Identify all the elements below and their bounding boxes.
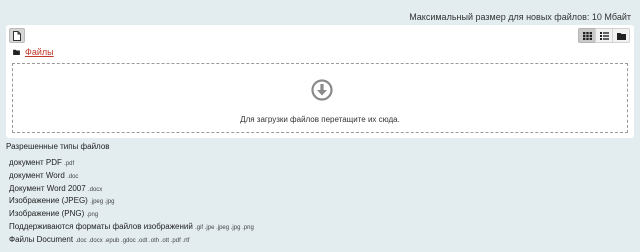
- file-type-ext: .docx: [87, 186, 103, 193]
- file-type-ext: .pdf: [64, 161, 75, 167]
- list-item: документ PDF .pdf: [9, 157, 254, 170]
- file-type-name: документ Word: [9, 170, 65, 180]
- list-item: документ Word .doc: [9, 170, 254, 183]
- file-type-name: Изображение (PNG): [9, 209, 85, 219]
- add-file-button[interactable]: [9, 28, 25, 43]
- file-type-ext: .doc .docx .epub .gdoc .odt .oth .ott .p…: [75, 237, 190, 244]
- allowed-types-list: документ PDF .pdf документ Word .doc Док…: [9, 157, 254, 247]
- file-type-ext: .jpeg .jpg: [90, 199, 115, 206]
- breadcrumb-files-link[interactable]: Файлы: [25, 47, 54, 57]
- dropzone-text: Для загрузки файлов перетащите их сюда.: [240, 115, 400, 124]
- view-toggle-group: [578, 28, 630, 43]
- list-item: Документ Word 2007 .docx: [9, 183, 254, 196]
- file-type-ext: .doc: [67, 173, 79, 180]
- file-dropzone[interactable]: Для загрузки файлов перетащите их сюда.: [12, 63, 628, 133]
- list-item: Изображение (PNG) .png: [9, 208, 254, 221]
- file-type-name: Изображение (JPEG): [9, 196, 88, 206]
- file-type-name: Файлы Document: [9, 234, 74, 244]
- list-item: Изображение (JPEG) .jpeg .jpg: [9, 195, 254, 208]
- file-type-ext: .png: [86, 212, 99, 219]
- tree-view-button[interactable]: [612, 28, 630, 43]
- icons-view-button[interactable]: [578, 28, 596, 43]
- grid-icon: [582, 31, 592, 40]
- filemanager-panel: Файлы Для загрузки файлов перетащите их …: [6, 25, 634, 138]
- file-type-name: Документ Word 2007: [9, 183, 86, 193]
- breadcrumb: Файлы: [13, 46, 54, 58]
- file-type-ext: .gif .jpe .jpeg .jpg .png: [195, 224, 254, 231]
- download-arrow-icon: [311, 79, 333, 101]
- folder-icon: [13, 49, 20, 55]
- max-size-notice: Максимальный размер для новых файлов: 10…: [409, 12, 631, 22]
- file-upload-page: Максимальный размер для новых файлов: 10…: [0, 0, 640, 252]
- file-type-name: документ PDF: [9, 158, 62, 167]
- list-item: Файлы Document .doc .docx .epub .gdoc .o…: [9, 234, 254, 247]
- file-add-icon: [13, 30, 21, 41]
- list-view-button[interactable]: [595, 28, 613, 43]
- file-type-name: Поддерживаются форматы файлов изображени…: [9, 221, 193, 231]
- list-item: Поддерживаются форматы файлов изображени…: [9, 221, 254, 234]
- folder-icon: [616, 32, 626, 40]
- allowed-types-title: Разрешенные типы файлов: [6, 142, 110, 151]
- list-icon: [599, 31, 609, 40]
